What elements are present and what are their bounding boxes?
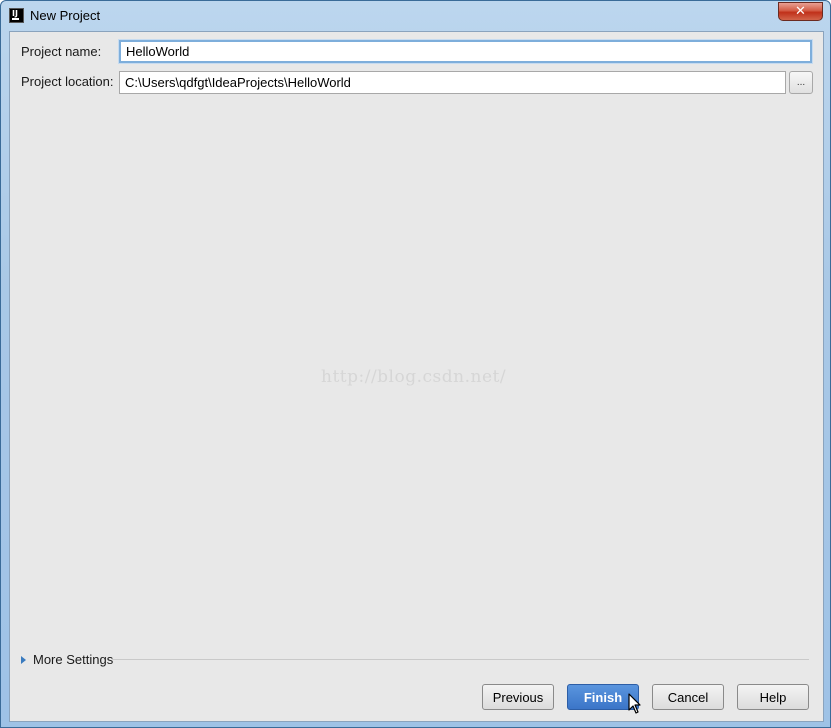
watermark: http://blog.csdn.net/: [321, 367, 507, 387]
triangle-right-icon: [21, 655, 26, 664]
close-icon: ✕: [795, 4, 806, 19]
more-settings-toggle[interactable]: More Settings: [21, 652, 113, 667]
cancel-button[interactable]: Cancel: [652, 684, 724, 710]
project-name-input[interactable]: HelloWorld: [119, 40, 812, 63]
help-button[interactable]: Help: [737, 684, 809, 710]
window-title: New Project: [30, 8, 101, 23]
intellij-idea-icon: IJ: [9, 8, 24, 23]
more-settings-divider: [112, 659, 809, 660]
mouse-pointer-icon: [628, 693, 641, 714]
title-bar[interactable]: IJ New Project ✕: [1, 1, 830, 31]
project-name-value: HelloWorld: [126, 44, 190, 59]
browse-button[interactable]: ...: [789, 71, 813, 94]
dialog-content: Project name: HelloWorld Project locatio…: [9, 31, 824, 722]
project-location-label: Project location:: [21, 74, 114, 89]
previous-button[interactable]: Previous: [482, 684, 554, 710]
ellipsis-icon: ...: [796, 77, 806, 88]
project-name-label: Project name:: [21, 44, 102, 59]
more-settings-label: More Settings: [33, 652, 114, 667]
new-project-window: IJ New Project ✕ Project name: HelloWorl…: [0, 0, 831, 728]
close-button[interactable]: ✕: [778, 2, 823, 21]
project-location-value: C:\Users\qdfgt\IdeaProjects\HelloWorld: [125, 75, 351, 90]
project-location-input[interactable]: C:\Users\qdfgt\IdeaProjects\HelloWorld: [119, 71, 786, 94]
